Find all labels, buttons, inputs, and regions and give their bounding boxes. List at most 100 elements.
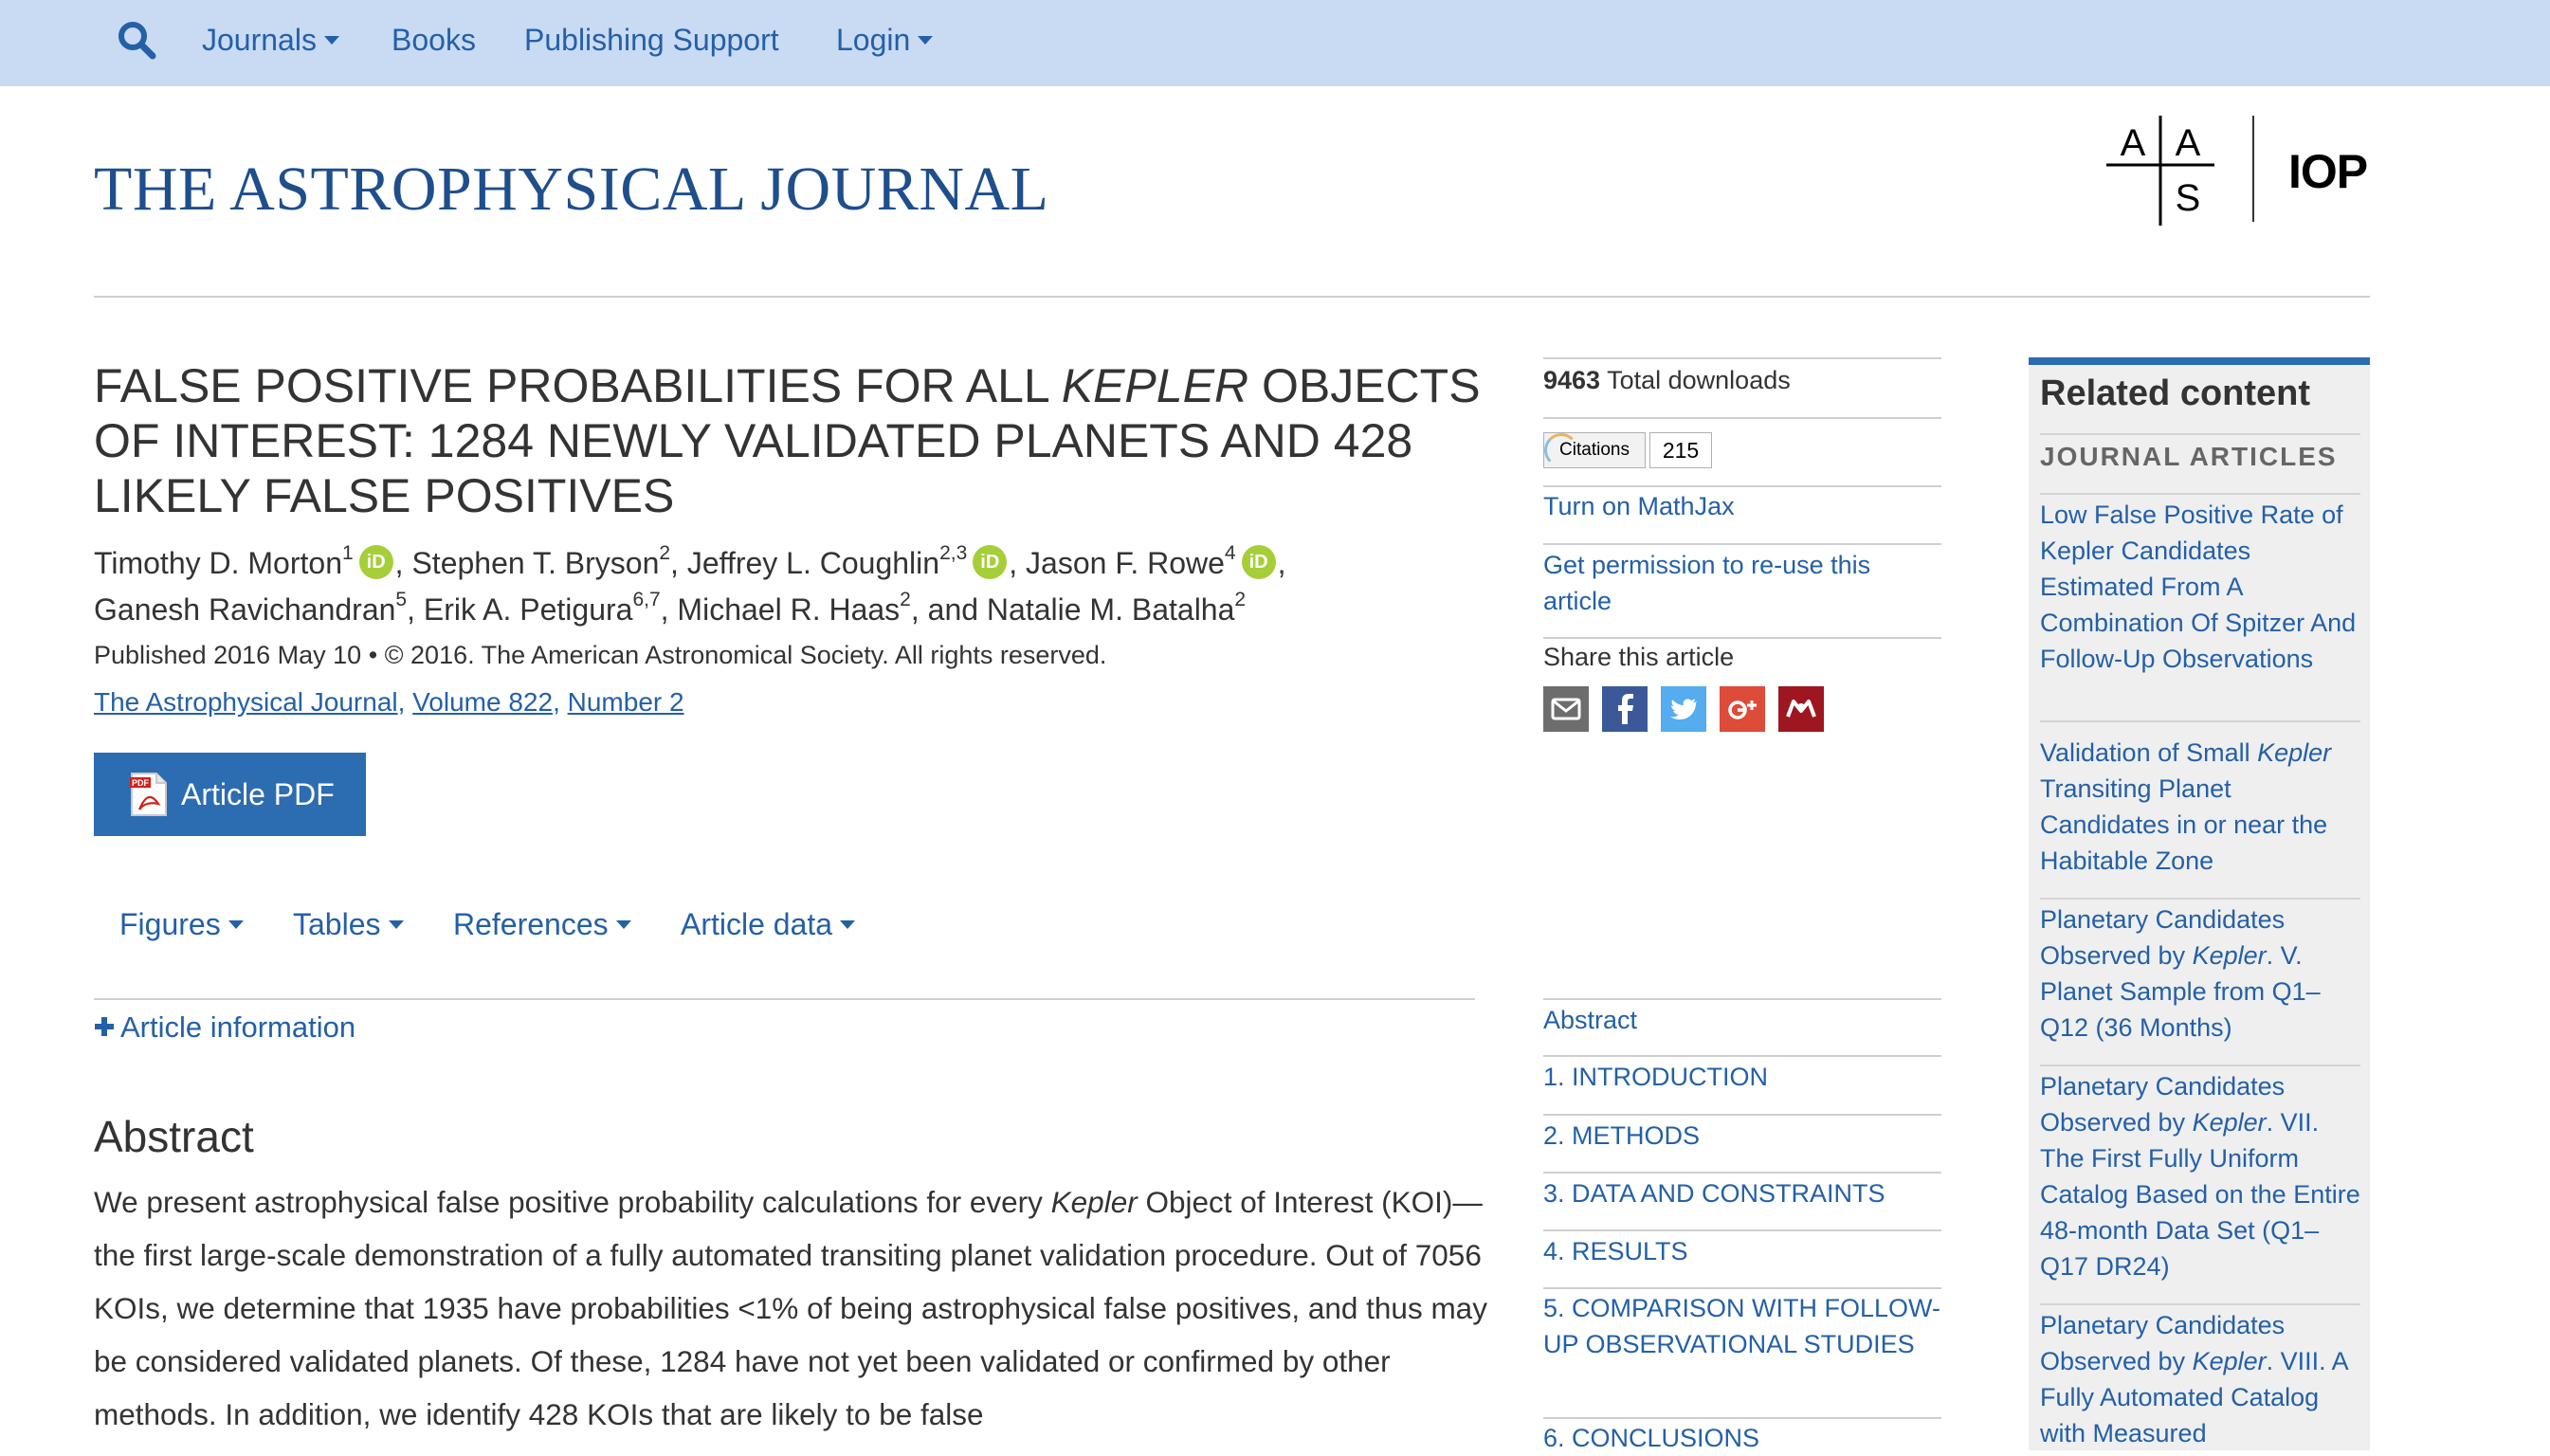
related-article-link[interactable]: Planetary Candidates Observed by Kepler.… (2040, 901, 2367, 1046)
author-name[interactable]: Jeffrey L. Coughlin (687, 546, 939, 580)
downloads-label: Total downloads (1607, 366, 1791, 394)
author-name[interactable]: Natalie M. Batalha (987, 592, 1234, 627)
logo-divider (2252, 116, 2254, 222)
share-twitter-button[interactable] (1661, 686, 1706, 732)
downloads-metric: 9463 Total downloads (1543, 362, 1941, 398)
toc-divider (1543, 1055, 1941, 1057)
downloads-count: 9463 (1543, 366, 1601, 394)
volume-link[interactable]: Volume 822 (412, 687, 553, 717)
mathjax-toggle[interactable]: Turn on MathJax (1543, 488, 1941, 524)
orcid-icon[interactable]: iD (1241, 544, 1276, 579)
share-mendeley-button[interactable] (1778, 686, 1824, 732)
related-article-italic: Kepler (2192, 1347, 2267, 1375)
related-article-link[interactable]: Planetary Candidates Observed by Kepler.… (2040, 1307, 2367, 1451)
tab-references[interactable]: References (453, 905, 631, 943)
article-pdf-label: Article PDF (181, 777, 335, 811)
toc-item[interactable]: 1. INTRODUCTION (1543, 1059, 1951, 1095)
author-affiliation[interactable]: 2 (659, 542, 670, 564)
author-name[interactable]: Ganesh Ravichandran (94, 592, 395, 627)
tab-label: Figures (119, 907, 221, 941)
plus-icon (95, 1016, 114, 1036)
metrics-divider (1543, 543, 1941, 545)
related-divider (2040, 493, 2360, 495)
abstract-text-part: Object of Interest (KOI)—the first large… (94, 1185, 1487, 1431)
nav-login[interactable]: Login (836, 21, 934, 59)
caret-down-icon (918, 36, 934, 46)
share-email-button[interactable] (1543, 686, 1589, 732)
abstract-text-part: We present astrophysical false positive … (94, 1185, 1051, 1219)
toc-item[interactable]: 4. RESULTS (1543, 1233, 1951, 1269)
google-plus-icon (1728, 701, 1757, 719)
article-information-toggle[interactable]: Article information (94, 1010, 355, 1045)
nav-journals[interactable]: Journals (202, 21, 339, 59)
email-icon (1551, 698, 1581, 720)
search-icon[interactable] (116, 19, 157, 61)
related-article-link[interactable]: Validation of Small Kepler Transiting Pl… (2040, 735, 2367, 879)
tab-label: Tables (293, 907, 381, 941)
nav-books[interactable]: Books (392, 21, 476, 59)
metrics-divider (1543, 357, 1941, 359)
article-information-label: Article information (120, 1010, 356, 1044)
author-affiliation[interactable]: 5 (395, 589, 407, 610)
caret-down-icon (388, 920, 404, 930)
caret-down-icon (323, 36, 339, 46)
related-article-italic: Kepler (2192, 941, 2267, 970)
author-name[interactable]: Timothy D. Morton (94, 546, 342, 580)
metrics-divider (1543, 417, 1941, 419)
iop-logo[interactable]: IOP (2288, 144, 2368, 199)
toc-item[interactable]: 5. COMPARISON WITH FOLLOW-UP OBSERVATION… (1543, 1290, 1941, 1362)
journal-link[interactable]: The Astrophysical Journal (94, 687, 398, 717)
orcid-icon[interactable]: iD (358, 544, 393, 579)
related-divider (2040, 720, 2360, 722)
pdf-file-icon: PDF (130, 773, 167, 816)
related-article-link[interactable]: Low False Positive Rate of Kepler Candid… (2040, 497, 2367, 677)
related-article-link[interactable]: Planetary Candidates Observed by Kepler.… (2040, 1068, 2367, 1284)
toc-item[interactable]: Abstract (1543, 1002, 1951, 1038)
share-googleplus-button[interactable] (1720, 686, 1765, 732)
citation-links: The Astrophysical Journal, Volume 822, N… (94, 687, 684, 717)
related-article-text: Low False Positive Rate of Kepler Candid… (2040, 500, 2357, 673)
author-affiliation[interactable]: 2 (1234, 589, 1246, 610)
mendeley-icon (1786, 700, 1816, 718)
published-line: Published 2016 May 10 • © 2016. The Amer… (94, 641, 1107, 669)
author-name[interactable]: Stephen T. Bryson (411, 546, 659, 580)
author-affiliation[interactable]: 1 (342, 542, 354, 564)
journal-title[interactable]: THE ASTROPHYSICAL JOURNAL (94, 154, 1048, 226)
citations-label-box: Citations (1543, 432, 1646, 468)
tabs-divider (94, 998, 1475, 1000)
orcid-icon[interactable]: iD (973, 544, 1008, 579)
author-affiliation[interactable]: 2,3 (939, 542, 967, 564)
author-affiliation[interactable]: 6,7 (632, 589, 660, 610)
toc-item[interactable]: 3. DATA AND CONSTRAINTS (1543, 1175, 1951, 1211)
abstract-heading: Abstract (94, 1112, 254, 1161)
number-link[interactable]: Number 2 (568, 687, 684, 717)
toc-divider (1543, 998, 1941, 1000)
article-pdf-button[interactable]: PDF Article PDF (94, 753, 366, 836)
author-name[interactable]: Erik A. Petigura (424, 592, 633, 627)
abstract-italic: Kepler (1050, 1185, 1138, 1219)
toc-item[interactable]: 2. METHODS (1543, 1118, 1951, 1154)
related-divider (2040, 898, 2360, 900)
aas-logo-letter: A (2176, 122, 2201, 164)
nav-publishing-support[interactable]: Publishing Support (524, 21, 779, 59)
related-article-text: Transiting Planet Candidates in or near … (2040, 774, 2328, 875)
share-facebook-button[interactable] (1602, 686, 1648, 732)
author-name[interactable]: Michael R. Haas (677, 592, 900, 627)
tab-article-data[interactable]: Article data (681, 905, 856, 943)
author-conjunction: and (927, 592, 979, 627)
author-name[interactable]: Jason F. Rowe (1026, 546, 1225, 580)
permission-link[interactable]: Get permission to re-use this article (1543, 547, 1922, 619)
tab-figures[interactable]: Figures (119, 905, 244, 943)
toc-item[interactable]: 6. CONCLUSIONS (1543, 1420, 1951, 1456)
author-affiliation[interactable]: 4 (1225, 542, 1236, 564)
aas-logo[interactable]: A A S (2106, 116, 2214, 226)
author-list: Timothy D. Morton1 iD, Stephen T. Bryson2… (94, 542, 1286, 627)
tab-label: References (453, 907, 609, 941)
facebook-icon (1618, 694, 1633, 724)
tab-tables[interactable]: Tables (293, 905, 404, 943)
caret-down-icon (840, 920, 856, 930)
author-affiliation[interactable]: 2 (900, 589, 911, 610)
related-divider (2040, 1303, 2360, 1305)
metrics-divider (1543, 485, 1941, 487)
caret-down-icon (615, 920, 631, 930)
